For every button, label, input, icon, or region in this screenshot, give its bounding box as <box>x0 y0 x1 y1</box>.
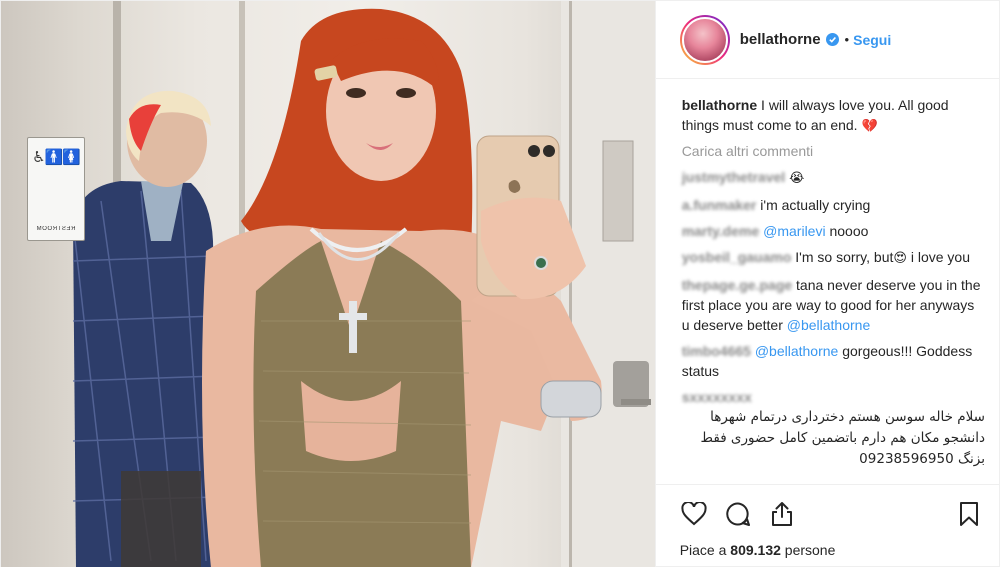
save-button[interactable] <box>953 498 985 530</box>
heart-eyes-emoji: 😍 <box>893 251 907 266</box>
share-button[interactable] <box>766 498 798 530</box>
post-photo[interactable]: ♿🚹🚺 RESTROOM <box>1 1 655 567</box>
comment-text: I'm so sorry, but <box>795 249 894 265</box>
load-more-comments-button[interactable]: Carica altri commenti <box>682 143 985 159</box>
header-username[interactable]: bellathorne <box>740 31 821 48</box>
comment-username[interactable]: sxxxxxxxx <box>682 389 752 405</box>
comment-item: justmythetravel 😭 <box>682 167 985 189</box>
share-icon <box>771 501 792 526</box>
comment-mention[interactable]: @bellathorne <box>755 343 839 359</box>
comment-mention[interactable]: @marilevi <box>763 223 825 239</box>
comment-text-rtl: سلام خاله سوسن هستم دخترداری درتمام شهره… <box>700 409 985 467</box>
comment-item: marty.deme @marilevi noooo <box>682 221 985 241</box>
restroom-glyphs: ♿🚹🚺 <box>32 148 81 166</box>
likes-number: 809.132 <box>730 542 781 558</box>
comment-item: timbo4665 @bellathorne gorgeous!!! Godde… <box>682 341 985 381</box>
comment-item: a.funmaker i'm actually crying <box>682 195 985 215</box>
restroom-sign-text: RESTROOM <box>36 226 76 232</box>
watch <box>540 380 602 418</box>
like-button[interactable] <box>678 498 710 530</box>
comment-item: yosbeil_gauamo I'm so sorry, but😍 i love… <box>682 247 985 269</box>
comment-username[interactable]: timbo4665 <box>682 343 751 359</box>
post-header: bellathorne • Segui <box>655 1 999 79</box>
instagram-post: ♿🚹🚺 RESTROOM bellathorne • Segui bellath… <box>0 0 1000 567</box>
comment-button[interactable] <box>722 498 754 530</box>
comment-mention[interactable]: @bellathorne <box>787 317 871 333</box>
comment-text: noooo <box>825 223 869 239</box>
comment-username[interactable]: thepage.ge.page <box>682 277 792 293</box>
comments-list[interactable]: bellathorne I will always love you. All … <box>655 79 999 484</box>
photo-illustration <box>72 1 655 567</box>
verified-badge-icon <box>825 33 839 46</box>
comment-item: thepage.ge.page tana never deserve you i… <box>682 275 985 335</box>
comment-bubble-icon <box>726 501 750 526</box>
comment-username[interactable]: justmythetravel <box>682 169 785 185</box>
post-actions <box>655 484 999 542</box>
comment-username[interactable]: yosbeil_gauamo <box>682 249 792 265</box>
restroom-sign: ♿🚹🚺 RESTROOM <box>27 137 85 241</box>
caption: bellathorne I will always love you. All … <box>682 95 985 137</box>
comment-text: i'm actually crying <box>760 197 871 213</box>
avatar-image <box>681 16 728 63</box>
likes-count[interactable]: Piace a 809.132 persone <box>656 542 999 567</box>
likes-suffix: persone <box>784 542 836 558</box>
comment-text-continued: i love you <box>906 249 970 265</box>
follow-button[interactable]: Segui <box>853 32 891 48</box>
comment-username[interactable]: a.funmaker <box>682 197 757 213</box>
caption-username[interactable]: bellathorne <box>682 97 757 113</box>
broken-heart-emoji: 💔 <box>861 119 878 134</box>
post-side-panel: bellathorne • Segui bellathorne I will a… <box>654 1 999 567</box>
header-separator: • <box>844 32 850 47</box>
likes-prefix: Piace a <box>679 542 727 558</box>
comment-username[interactable]: marty.deme <box>682 223 760 239</box>
profile-avatar[interactable] <box>679 14 730 65</box>
heart-icon <box>681 501 707 525</box>
crying-emoji: 😭 <box>789 171 805 186</box>
comment-item: sxxxxxxxx سلام خاله سوسن هستم دخترداری د… <box>682 387 985 470</box>
bookmark-icon <box>960 501 978 526</box>
